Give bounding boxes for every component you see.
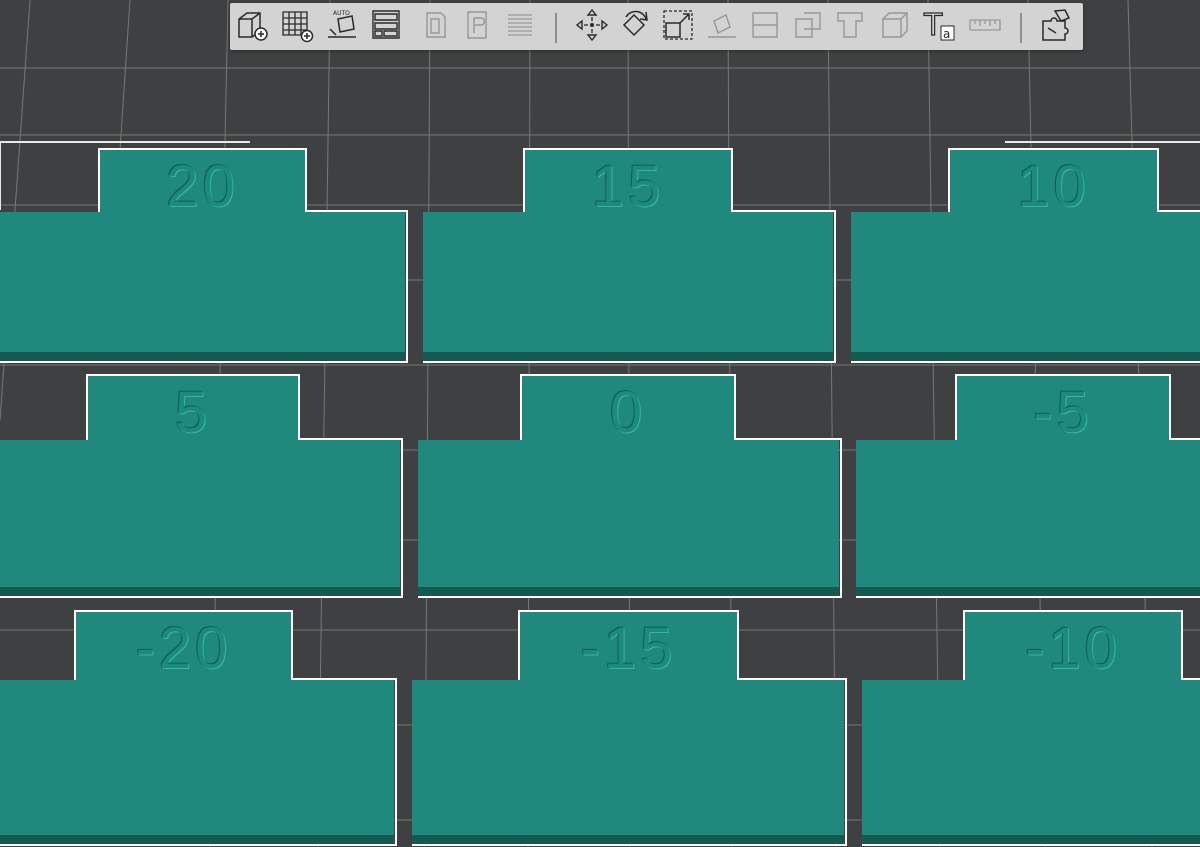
cube-plus-icon — [234, 7, 270, 47]
svg-text:T: T — [923, 8, 943, 43]
plate-side — [412, 835, 844, 845]
toolbar-separator — [555, 13, 557, 43]
3d-viewport[interactable]: 20 15 10 5 0 -5 -20 -15 -10 AUTO Ta — [0, 0, 1200, 847]
copy-icon — [417, 7, 453, 47]
text-button[interactable]: Ta — [920, 7, 960, 47]
plate-object[interactable]: -20 — [0, 610, 398, 847]
auto-arrange-icon: AUTO — [324, 7, 360, 47]
scale-button[interactable] — [658, 7, 698, 47]
plate-label: -10 — [1025, 616, 1121, 681]
plate-side — [851, 352, 1200, 362]
assembly-button[interactable] — [1036, 7, 1076, 47]
paste-button[interactable] — [458, 7, 498, 47]
svg-text:a: a — [943, 27, 950, 41]
plate-label: 0 — [609, 380, 647, 445]
move-button[interactable] — [572, 7, 612, 47]
plate-object[interactable]: -15 — [408, 610, 848, 847]
add-object-button[interactable] — [232, 7, 272, 47]
plate-object[interactable]: 20 — [0, 148, 409, 364]
toolbar-separator — [1020, 13, 1022, 43]
layers-button[interactable] — [500, 7, 540, 47]
plate-side — [0, 587, 400, 597]
plate-side — [418, 587, 839, 597]
layout-icon — [369, 7, 405, 47]
auto-arrange-button[interactable]: AUTO — [322, 7, 362, 47]
plate-object[interactable]: -5 — [852, 374, 1200, 599]
plate-label: -15 — [580, 616, 677, 681]
cut-button[interactable] — [745, 7, 785, 47]
plate-label: -5 — [1033, 380, 1093, 445]
svg-text:AUTO: AUTO — [333, 10, 350, 17]
hollow-icon — [877, 7, 913, 47]
layout-button[interactable] — [367, 7, 407, 47]
measure-button[interactable] — [965, 7, 1005, 47]
puzzle-icon — [1038, 7, 1074, 47]
plate-object[interactable]: 5 — [0, 374, 404, 599]
plate-side — [0, 835, 394, 845]
plate-object[interactable]: 0 — [414, 374, 843, 599]
text-icon: Ta — [922, 7, 958, 47]
plate-side — [862, 835, 1200, 845]
plate-side — [0, 352, 405, 362]
paste-icon — [460, 7, 496, 47]
rotate-button[interactable] — [614, 7, 654, 47]
add-grid-button[interactable] — [277, 7, 317, 47]
boolean-icon — [790, 7, 826, 47]
plate-object[interactable]: 10 — [847, 148, 1200, 364]
ruler-icon — [967, 7, 1003, 47]
support-icon — [832, 7, 868, 47]
support-button[interactable] — [830, 7, 870, 47]
grid-plus-icon — [279, 7, 315, 47]
plate-side — [856, 587, 1200, 597]
plate-label: 5 — [174, 380, 212, 445]
place-face-icon — [704, 7, 740, 47]
hollow-button[interactable] — [875, 7, 915, 47]
place-on-face-button[interactable] — [702, 7, 742, 47]
plate-label: -20 — [135, 616, 232, 681]
cut-icon — [747, 7, 783, 47]
plate-object[interactable]: -10 — [858, 610, 1200, 847]
plate-label: 20 — [166, 154, 239, 219]
scale-icon — [660, 7, 696, 47]
copy-button[interactable] — [415, 7, 455, 47]
main-toolbar: AUTO Ta — [230, 3, 1083, 50]
boolean-button[interactable] — [788, 7, 828, 47]
rotate-icon — [616, 7, 652, 47]
layers-icon — [502, 7, 538, 47]
move-icon — [574, 7, 610, 47]
plate-object[interactable]: 15 — [419, 148, 837, 364]
plate-label: 10 — [1017, 154, 1090, 219]
plate-label: 15 — [591, 154, 665, 219]
plate-side — [423, 352, 833, 362]
